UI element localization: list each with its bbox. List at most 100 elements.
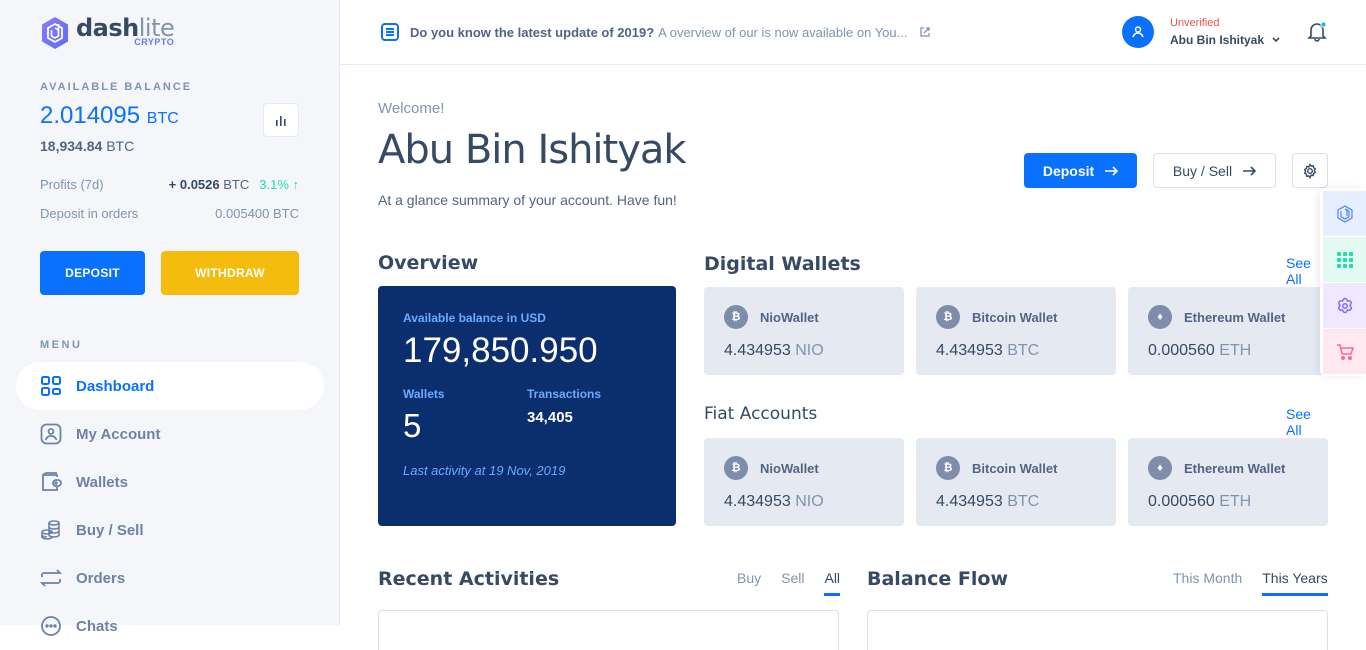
wallets-count: 5 [403,407,422,444]
logo-icon [1336,204,1353,223]
bitcoin-icon: ₿ [936,456,960,480]
fiat-card[interactable]: ₿ NioWallet 4.434953 NIO [704,438,904,526]
bell-icon [1307,21,1327,42]
welcome-text: Welcome! [378,100,445,117]
fiat-unit: BTC [1007,493,1040,510]
deposit-button[interactable]: Deposit [1024,153,1137,188]
fiat-name: Ethereum Wallet [1184,460,1286,476]
wallets-label: Wallets [403,387,445,401]
deposit-orders-row: Deposit in orders 0.005400 BTC [40,206,299,221]
settings-button[interactable] [1292,153,1328,188]
sidebar-item-dashboard[interactable]: Dashboard [16,362,324,410]
wallet-name: Ethereum Wallet [1184,309,1286,325]
recent-activities-title: Recent Activities [378,568,560,590]
wallet-unit: BTC [1007,342,1040,359]
fiat-name: Bitcoin Wallet [972,460,1058,476]
wallet-icon [42,472,62,491]
profits-value: + 0.0526 BTC 3.1% ↑ [169,177,299,192]
profits-label: Profits (7d) [40,177,104,192]
wallet-unit: NIO [795,342,824,359]
avatar [1122,16,1154,48]
last-activity: Last activity at 19 Nov, 2019 [403,463,566,478]
floating-toolbar [1320,188,1366,376]
transactions-label: Transactions [527,387,602,401]
sidebar-withdraw-button[interactable]: WITHDRAW [161,251,299,295]
fiat-amount: 0.000560 [1148,493,1215,510]
news-banner[interactable]: Do you know the latest update of 2019? A… [380,22,931,42]
logo[interactable]: dashlite CRYPTO [40,16,175,50]
wallet-card[interactable]: ♦ Ethereum Wallet 0.000560 ETH [1128,287,1328,375]
bitcoin-icon: ₿ [724,305,748,329]
swap-icon [40,569,62,587]
balance-chart-button[interactable] [263,103,299,137]
usd-balance-value: 179,850.950 [403,331,598,370]
deposit-orders-label: Deposit in orders [40,206,139,221]
fiat-unit: NIO [795,493,824,510]
deposit-orders-value: 0.005400 BTC [215,206,299,221]
user-icon [1132,26,1144,38]
tab-this-month[interactable]: This Month [1173,570,1242,596]
page-title: Abu Bin Ishityak [378,127,687,173]
deposit-label: Deposit [1042,162,1095,179]
tab-all[interactable]: All [824,570,841,596]
sidebar-item-orders[interactable]: Orders [16,554,324,602]
fiat-card[interactable]: ♦ Ethereum Wallet 0.000560 ETH [1128,438,1328,526]
sidebar-item-buy-sell[interactable]: Buy / Sell [16,506,324,554]
arrow-right-icon [1243,165,1257,176]
usd-balance-label: Available balance in USD [403,311,546,325]
chevron-down-icon [1272,37,1280,43]
wallet-card[interactable]: ₿ Bitcoin Wallet 4.434953 BTC [916,287,1116,375]
sidebar-deposit-button[interactable]: DEPOSIT [40,251,145,295]
external-link-icon[interactable] [919,26,931,38]
apps-grid-button[interactable] [1323,237,1366,282]
wallet-name: Bitcoin Wallet [972,309,1058,325]
sidebar-item-label: Orders [76,569,126,587]
tab-this-years[interactable]: This Years [1262,570,1328,596]
fiat-name: NioWallet [760,460,819,476]
sidebar-item-chats[interactable]: Chats [16,602,324,650]
logo-icon [42,17,68,49]
sidebar-item-label: My Account [76,425,161,443]
fiat-card[interactable]: ₿ Bitcoin Wallet 4.434953 BTC [916,438,1116,526]
sidebar-nav: Dashboard My Account Wallets Buy / Sell … [16,362,324,650]
demo-logo-button[interactable] [1323,191,1366,236]
bar-chart-icon [276,116,286,126]
recent-activities-panel [378,610,839,650]
transactions-count: 34,405 [527,409,573,426]
wallet-card[interactable]: ₿ NioWallet 4.434953 NIO [704,287,904,375]
buy-sell-button[interactable]: Buy / Sell [1153,153,1276,188]
user-status: Unverified [1170,17,1220,29]
digital-wallets-title: Digital Wallets [704,253,861,275]
balance-flow-panel [867,610,1328,650]
gear-icon [1303,162,1317,179]
settings-flower-button[interactable] [1323,283,1366,328]
topbar: Do you know the latest update of 2019? A… [340,0,1366,65]
available-balance-label: AVAILABLE BALANCE [40,81,193,93]
notifications-button[interactable] [1306,20,1328,47]
overview-card: Available balance in USD 179,850.950 Wal… [378,286,676,526]
balance-flow-tabs: This Month This Years [1153,570,1328,596]
user-dropdown[interactable]: Unverified Abu Bin Ishityak [1122,16,1281,48]
available-balance-value: 2.014095 BTC [40,102,179,130]
fiat-amount: 4.434953 [724,493,791,510]
sidebar: dashlite CRYPTO AVAILABLE BALANCE 2.0140… [0,0,340,636]
profits-change: 3.1% ↑ [259,177,299,192]
user-name: Abu Bin Ishityak [1170,33,1281,47]
cart-button[interactable] [1323,329,1366,374]
fiat-accounts-see-all[interactable]: See All [1286,406,1328,438]
arrow-right-icon [1105,165,1119,176]
tab-buy[interactable]: Buy [737,570,761,596]
sidebar-item-wallets[interactable]: Wallets [16,458,324,506]
profits-unit: BTC [223,177,250,192]
fiat-unit: ETH [1219,493,1252,510]
bitcoin-icon: ₿ [724,456,748,480]
sidebar-item-label: Dashboard [76,377,155,395]
recent-activities-tabs: Buy Sell All [717,570,841,596]
tab-sell[interactable]: Sell [781,570,804,596]
balance-alt-amount: 18,934.84 [40,138,103,154]
document-icon [381,23,399,41]
wallet-amount: 4.434953 [724,342,791,359]
fiat-amount: 4.434953 [936,493,1003,510]
sidebar-item-label: Buy / Sell [76,521,144,539]
sidebar-item-my-account[interactable]: My Account [16,410,324,458]
